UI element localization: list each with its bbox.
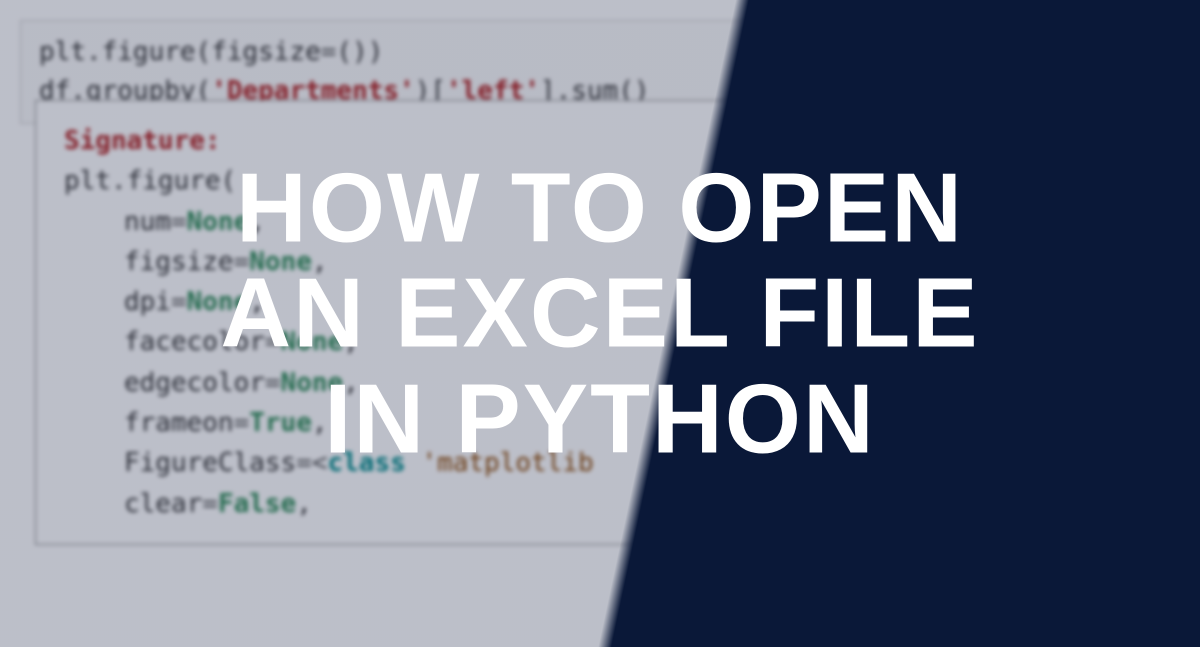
headline: HOW TO OPEN AN EXCEL FILE IN PYTHON xyxy=(0,155,1200,472)
headline-line-3: IN PYTHON xyxy=(0,367,1200,473)
headline-line-2: AN EXCEL FILE xyxy=(0,261,1200,367)
headline-line-1: HOW TO OPEN xyxy=(0,155,1200,261)
